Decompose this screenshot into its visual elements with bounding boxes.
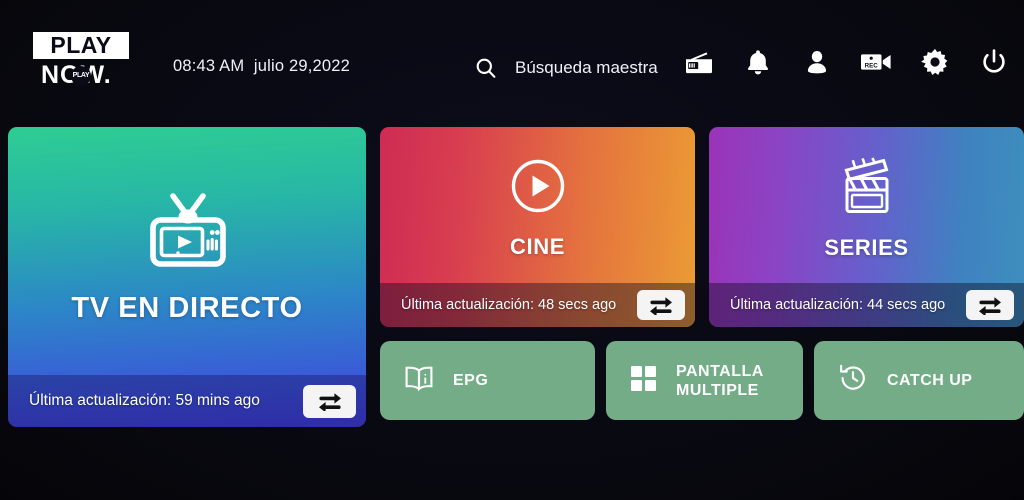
header-bar: PLAY NOW. PLAY 08:43 AM julio 29,2022 Bú… <box>0 0 1024 118</box>
card-cine[interactable]: CINE Última actualización: 48 secs ago <box>380 127 695 327</box>
app-screen: PLAY NOW. PLAY 08:43 AM julio 29,2022 Bú… <box>0 0 1024 500</box>
card-tv-en-directo[interactable]: TV EN DIRECTO Última actualización: 59 m… <box>8 127 366 427</box>
refresh-icon[interactable] <box>966 290 1014 320</box>
header-icon-row: REC <box>683 46 1010 78</box>
card-tv-title: TV EN DIRECTO <box>71 292 303 324</box>
radio-icon[interactable] <box>683 46 715 78</box>
card-cine-last-update: Última actualización: 48 secs ago <box>401 297 617 313</box>
logo-play-text: PLAY <box>33 32 129 59</box>
master-search[interactable]: Búsqueda maestra <box>470 52 658 84</box>
button-catch-up-label: CATCH UP <box>887 372 973 389</box>
card-cine-footer: Última actualización: 48 secs ago <box>380 283 695 327</box>
gear-icon[interactable] <box>919 46 951 78</box>
history-clock-icon <box>838 363 868 398</box>
card-series-title: SERIES <box>824 235 909 260</box>
svg-text:REC: REC <box>865 62 879 69</box>
play-circle-icon <box>510 158 566 219</box>
clapperboard-icon <box>836 157 898 222</box>
clock-date: 08:43 AM julio 29,2022 <box>173 57 351 75</box>
card-series-last-update: Última actualización: 44 secs ago <box>730 297 946 313</box>
rec-camera-icon[interactable]: REC <box>860 46 892 78</box>
button-epg[interactable]: EPG <box>380 341 595 420</box>
button-pantalla-multiple-label: PANTALLA MULTIPLE <box>676 362 764 399</box>
dashboard-grid: TV EN DIRECTO Última actualización: 59 m… <box>8 127 1024 427</box>
search-label: Búsqueda maestra <box>515 58 658 77</box>
app-logo[interactable]: PLAY NOW. PLAY <box>33 32 138 90</box>
card-cine-title: CINE <box>510 234 565 259</box>
button-pantalla-multiple[interactable]: PANTALLA MULTIPLE <box>606 341 803 420</box>
button-epg-label: EPG <box>453 372 489 389</box>
card-tv-footer: Última actualización: 59 mins ago <box>8 375 366 427</box>
card-series[interactable]: SERIES Última actualización: 44 secs ago <box>709 127 1024 327</box>
user-icon[interactable] <box>801 46 833 78</box>
grid-four-icon <box>630 365 657 397</box>
search-icon <box>470 52 502 84</box>
tv-icon <box>145 191 229 274</box>
refresh-icon[interactable] <box>637 290 685 320</box>
logo-now-wrap: NOW. PLAY <box>33 61 138 91</box>
power-icon[interactable] <box>978 46 1010 78</box>
button-catch-up[interactable]: CATCH UP <box>814 341 1024 420</box>
card-tv-last-update: Última actualización: 59 mins ago <box>29 392 260 409</box>
logo-badge: PLAY <box>71 66 91 86</box>
card-series-footer: Última actualización: 44 secs ago <box>709 283 1024 327</box>
book-info-icon <box>404 365 434 397</box>
bell-icon[interactable] <box>742 46 774 78</box>
refresh-icon[interactable] <box>303 384 356 418</box>
